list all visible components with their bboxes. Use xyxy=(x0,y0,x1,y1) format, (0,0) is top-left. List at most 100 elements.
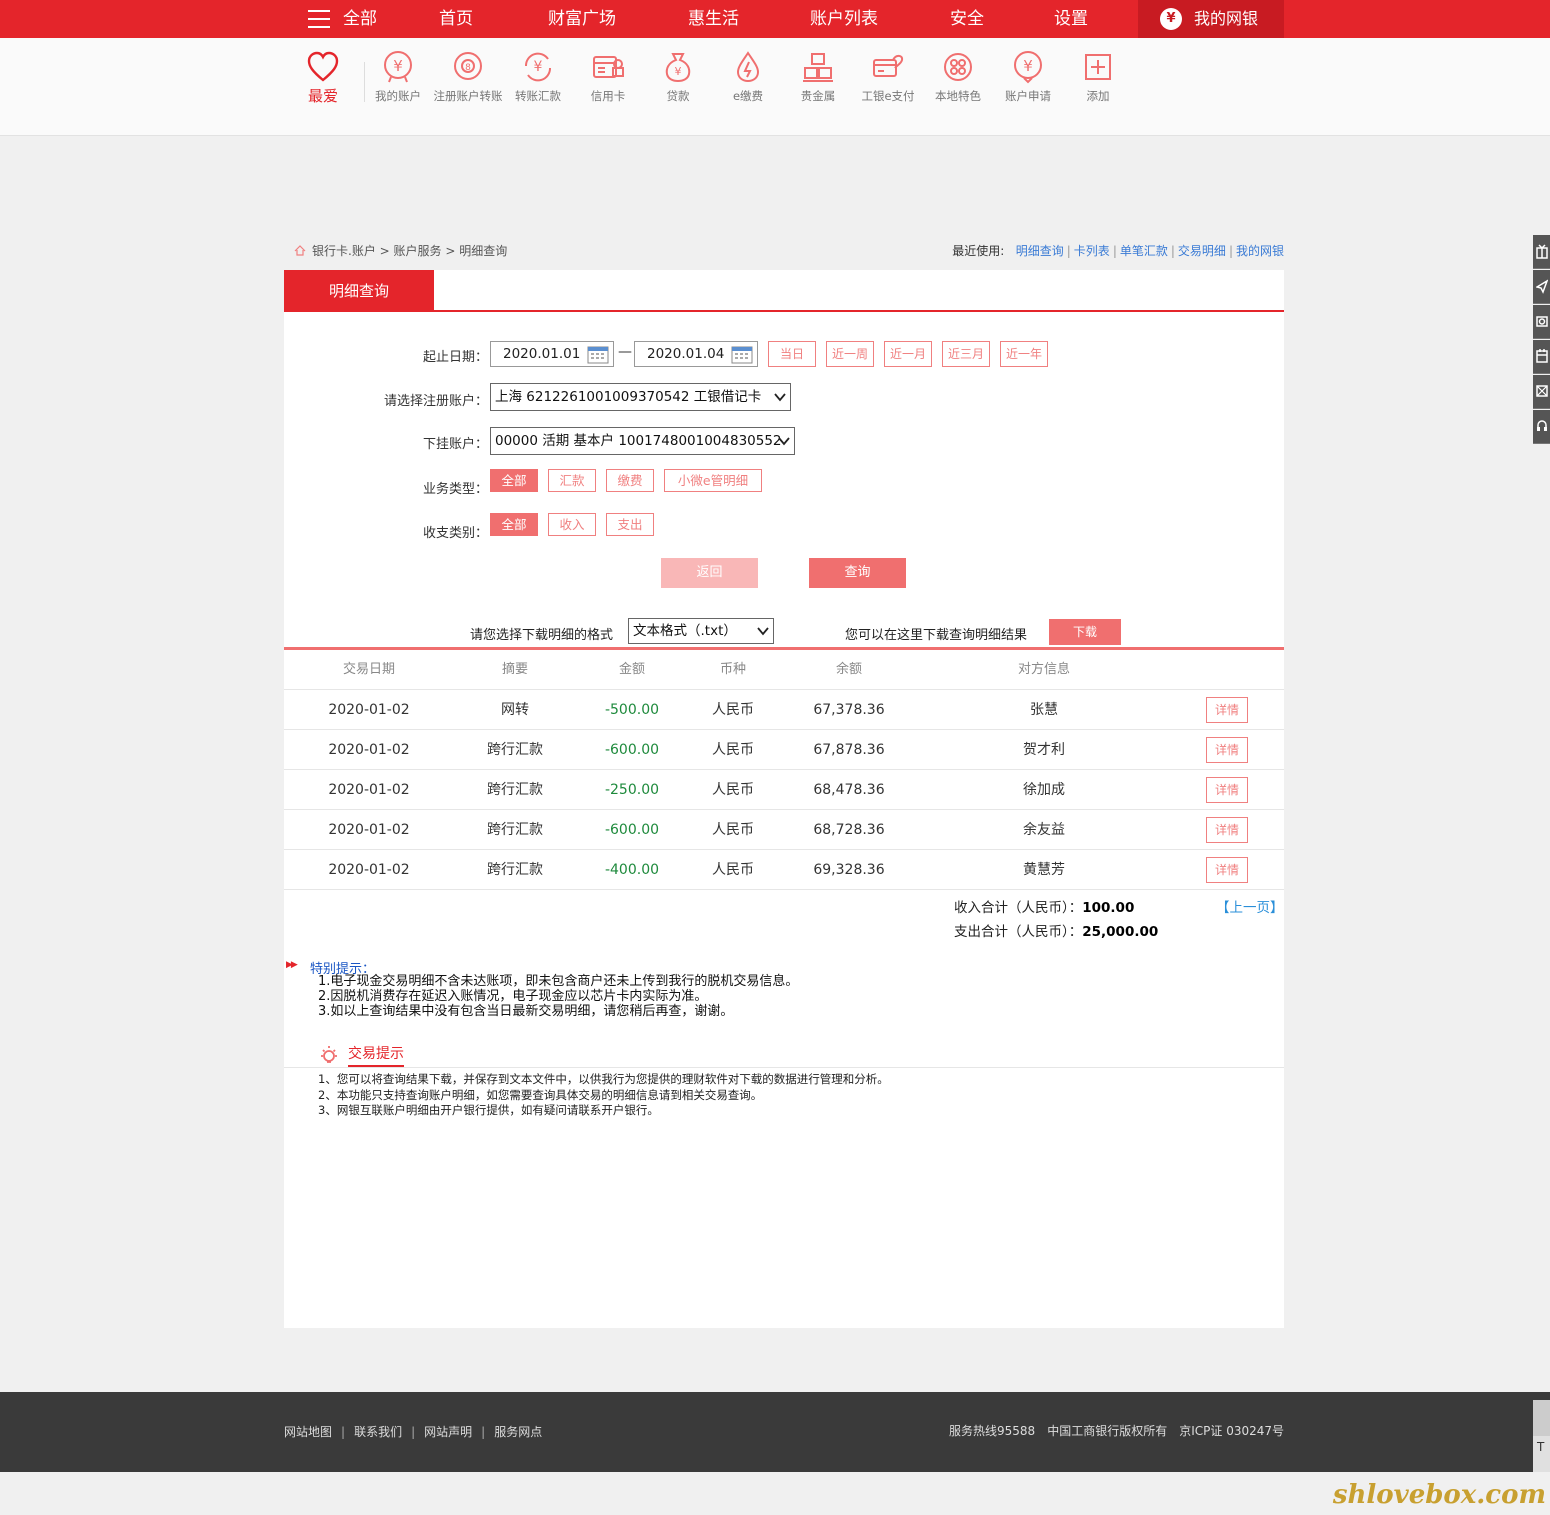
svg-text:¥: ¥ xyxy=(1023,57,1033,75)
biz-type-micro[interactable]: 小微e管明细 xyxy=(664,469,762,492)
query-button[interactable]: 查询 xyxy=(809,558,906,588)
detail-button[interactable]: 详情 xyxy=(1206,857,1248,883)
fav-label: 注册账户转账 xyxy=(433,89,503,103)
nav-settings[interactable]: 设置 xyxy=(1054,0,1088,38)
footer-link-branches[interactable]: 服务网点 xyxy=(494,1425,542,1439)
footer-link-statement[interactable]: 网站声明 xyxy=(424,1425,472,1439)
nav-life[interactable]: 惠生活 xyxy=(688,0,739,38)
io-type-income[interactable]: 收入 xyxy=(548,513,596,536)
table-row: 2020-01-02 网转 -500.00 人民币 67,378.36 张慧 详… xyxy=(284,690,1284,730)
download-format-select[interactable]: 文本格式（.txt） xyxy=(628,618,774,644)
fav-transfer[interactable]: ¥ 转账汇款 xyxy=(503,38,573,104)
breadcrumb-item[interactable]: 账户服务 xyxy=(394,244,442,258)
recently-used: 最近使用: 明细查询 | 卡列表 | 单笔汇款 | 交易明细 | 我的网银 xyxy=(952,244,1284,258)
back-button[interactable]: 返回 xyxy=(661,558,758,588)
date-to-input[interactable]: 2020.01.04 xyxy=(634,341,758,367)
gift-icon xyxy=(1536,244,1548,259)
footer-link-contact[interactable]: 联系我们 xyxy=(354,1425,402,1439)
nav-all[interactable]: 全部 xyxy=(343,0,377,38)
favorites-strip: 最爱 ¥ 我的账户 8 注册账户转账 ¥ 转账汇款 信用卡 ¥ 贷款 e缴费 贵… xyxy=(0,38,1550,136)
calendar-icon xyxy=(1536,349,1548,363)
my-bank-button[interactable]: ¥ 我的网银 xyxy=(1138,0,1284,38)
col-amount: 金额 xyxy=(618,662,645,677)
fav-loan[interactable]: ¥ 贷款 xyxy=(643,38,713,104)
range-month-button[interactable]: 近一月 xyxy=(884,341,932,367)
side-tool-camera[interactable] xyxy=(1533,305,1550,339)
download-row: 请您选择下载明细的格式 文本格式（.txt） 您可以在这里下载查询明细结果 下载 xyxy=(284,616,1284,650)
detail-button[interactable]: 详情 xyxy=(1206,817,1248,843)
account-select[interactable]: 上海 6212261001009370542 工银借记卡 xyxy=(490,383,791,411)
calendar-icon[interactable] xyxy=(587,345,609,364)
cell-party: 贺才利 xyxy=(1023,742,1065,758)
nav-wealth[interactable]: 财富广场 xyxy=(548,0,616,38)
cell-amount: -250.00 xyxy=(604,782,660,798)
fav-add[interactable]: 添加 xyxy=(1063,38,1133,104)
footer-links: 网站地图 | 联系我们 | 网站声明 | 服务网点 xyxy=(284,1425,543,1439)
cell-balance: 68,478.36 xyxy=(813,782,885,798)
nav-home[interactable]: 首页 xyxy=(439,0,473,38)
recent-link[interactable]: 我的网银 xyxy=(1236,244,1284,258)
footer-copyright: 中国工商银行版权所有 xyxy=(1047,1424,1168,1438)
side-tool-mail[interactable] xyxy=(1533,375,1550,409)
fav-register-transfer[interactable]: 8 注册账户转账 xyxy=(433,38,503,104)
my-bank-label: 我的网银 xyxy=(1194,9,1259,28)
money-bag-icon: ¥ xyxy=(665,53,691,83)
side-tool-calendar[interactable] xyxy=(1533,340,1550,374)
recent-link[interactable]: 明细查询 xyxy=(1016,244,1064,258)
date-from-input[interactable]: 2020.01.01 xyxy=(490,341,614,367)
cell-currency: 人民币 xyxy=(712,862,754,878)
io-type-all[interactable]: 全部 xyxy=(490,513,538,536)
recent-link[interactable]: 交易明细 xyxy=(1178,244,1226,258)
fav-label: 贷款 xyxy=(666,89,690,103)
tips-header: 交易提示 xyxy=(284,1042,1284,1068)
fav-account-apply[interactable]: ¥ 账户申请 xyxy=(993,38,1063,104)
range-3months-button[interactable]: 近三月 xyxy=(942,341,990,367)
back-to-top-button[interactable]: T xyxy=(1533,1400,1550,1472)
transfer-coin-icon: 8 xyxy=(454,52,482,80)
fav-local-feature[interactable]: 本地特色 xyxy=(923,38,993,104)
fav-precious-metal[interactable]: 贵金属 xyxy=(783,38,853,104)
nav-accounts[interactable]: 账户列表 xyxy=(810,0,878,38)
heart-icon xyxy=(307,51,339,82)
biz-type-remit[interactable]: 汇款 xyxy=(548,469,596,492)
tab-detail-query[interactable]: 明细查询 xyxy=(284,270,434,312)
download-button[interactable]: 下载 xyxy=(1049,619,1121,645)
notice-line: 1.电子现金交易明细不含未达账项，即未包含商户还未上传到我行的脱机交易信息。 xyxy=(318,974,799,989)
biz-type-label: 业务类型： xyxy=(422,482,488,497)
recent-link[interactable]: 卡列表 xyxy=(1074,244,1110,258)
range-week-button[interactable]: 近一周 xyxy=(826,341,874,367)
tip-line: 1、您可以将查询结果下载，并保存到文本文件中，以供我行为您提供的理财软件对下载的… xyxy=(318,1072,889,1086)
credit-card-icon xyxy=(593,56,624,78)
range-year-button[interactable]: 近一年 xyxy=(1000,341,1048,367)
detail-button[interactable]: 详情 xyxy=(1206,737,1248,763)
sub-account-label: 下挂账户： xyxy=(422,437,488,452)
sub-account-select[interactable]: 00000 活期 基本户 1001748001004830552 xyxy=(490,427,795,455)
detail-button[interactable]: 详情 xyxy=(1206,697,1248,723)
footer-link-sitemap[interactable]: 网站地图 xyxy=(284,1425,332,1439)
fav-label: 账户申请 xyxy=(1005,89,1051,103)
range-today-button[interactable]: 当日 xyxy=(768,341,816,367)
biz-type-all[interactable]: 全部 xyxy=(490,469,538,492)
cell-currency: 人民币 xyxy=(712,822,754,838)
fav-credit-card[interactable]: 信用卡 xyxy=(573,38,643,104)
fav-e-pay[interactable]: e缴费 xyxy=(713,38,783,104)
detail-button[interactable]: 详情 xyxy=(1206,777,1248,803)
fav-my-account[interactable]: ¥ 我的账户 xyxy=(363,38,433,104)
side-tool-gift[interactable] xyxy=(1533,235,1550,269)
cell-amount: -500.00 xyxy=(604,702,660,718)
io-type-expense[interactable]: 支出 xyxy=(606,513,654,536)
cell-amount: -400.00 xyxy=(604,862,660,878)
fav-love[interactable]: 最爱 xyxy=(288,38,358,104)
nav-security[interactable]: 安全 xyxy=(950,0,984,38)
calendar-icon[interactable] xyxy=(731,345,753,364)
side-tool-send[interactable] xyxy=(1533,270,1550,304)
recent-link[interactable]: 单笔汇款 xyxy=(1120,244,1168,258)
cell-party: 张慧 xyxy=(1030,702,1058,718)
menu-icon[interactable] xyxy=(308,10,330,28)
breadcrumb-item[interactable]: 银行卡.账户 xyxy=(312,244,376,258)
biz-type-payment[interactable]: 缴费 xyxy=(606,469,654,492)
fav-icbc-epay[interactable]: 工银e支付 xyxy=(853,38,923,104)
side-tool-support[interactable] xyxy=(1533,410,1550,444)
nav-bar-background xyxy=(0,0,1550,38)
prev-page-link[interactable]: 【上一页】 xyxy=(1216,896,1284,916)
